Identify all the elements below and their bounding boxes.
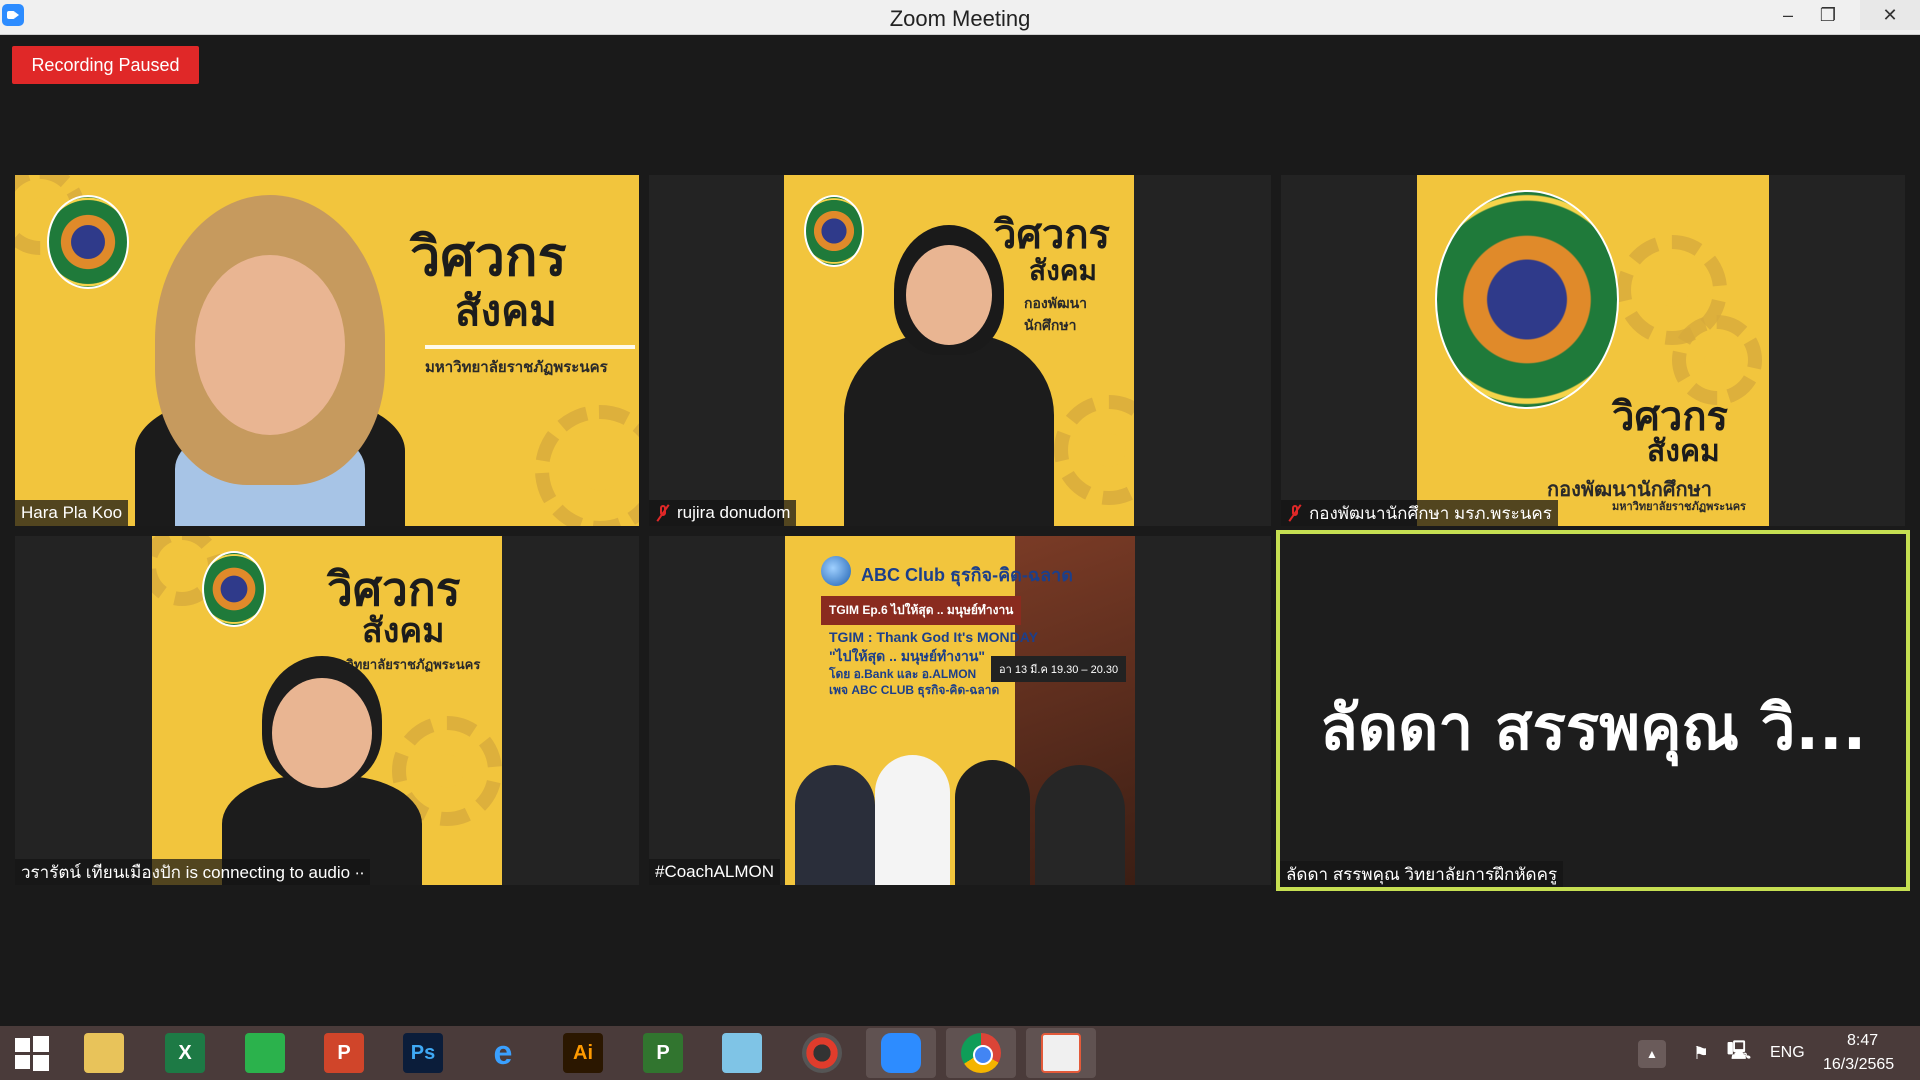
internet-explorer-icon[interactable]: e [483,1033,523,1073]
poster-tag: TGIM Ep.6 ไปให้สุด .. มนุษย์ทำงาน [821,596,1022,625]
participant-video: วิศวกร สังคม กองพัฒนานักศึกษา [784,175,1134,526]
input-language[interactable]: ENG [1770,1044,1805,1062]
participant-name: กองพัฒนานักศึกษา มรภ.พระนคร [1309,503,1552,523]
participant-name-tag: ลัดดา สรรพคุณ วิทยาลัยการฝึกหัดครู [1280,861,1564,887]
participant-person [212,656,432,885]
window-titlebar: Zoom Meeting – ❐ ✕ [0,0,1920,35]
video-tile-6-active-speaker[interactable]: ลัดดา สรรพคุณ วิ... ลัดดา สรรพคุณ วิทยาล… [1276,530,1910,891]
maximize-button[interactable]: ❐ [1806,0,1850,30]
poster-title: ABC Club ธุรกิจ-คิด-ฉลาด [861,565,1073,585]
mic-muted-icon [1287,504,1303,522]
video-tile-4[interactable]: วิศวกร สังคม มหาวิทยาลัยราชภัฏพระนคร วรา… [15,536,639,885]
participant-person [824,225,1074,526]
poster-university: มหาวิทยาลัยราชภัฏพระนคร [1612,500,1746,513]
participant-display-name: ลัดดา สรรพคุณ วิ... [1319,691,1867,764]
poster-subtitle: สังคม [455,286,557,335]
file-explorer-icon[interactable] [84,1033,124,1073]
participant-name-tag: Hara Pla Koo [15,500,129,526]
participant-name-tag: กองพัฒนานักศึกษา มรภ.พระนคร [1281,500,1558,526]
minimize-button[interactable]: – [1766,0,1810,30]
gear-icon [535,405,639,526]
powerpoint-icon[interactable]: P [324,1033,364,1073]
poster-date: อา 13 มี.ค 19.30 – 20.30 [991,656,1127,682]
windows-start-icon[interactable] [12,1033,52,1073]
poster-title: วิศวกร [327,562,461,616]
poster-headline-1: TGIM : Thank God It's MONDAY [829,629,1038,645]
participant-name: #CoachALMON [655,862,775,881]
video-tile-2[interactable]: วิศวกร สังคม กองพัฒนานักศึกษา rujira don… [649,175,1271,526]
participant-name: rujira donudom [677,503,791,522]
publisher-store-icon[interactable] [245,1033,285,1073]
close-button[interactable]: ✕ [1860,0,1920,30]
shared-poster: ABC Club ธุรกิจ-คิด-ฉลาด TGIM Ep.6 ไปให้… [785,536,1135,885]
poster-title: วิศวกร [1612,394,1729,440]
chrome-icon[interactable] [946,1028,1016,1078]
window-title: Zoom Meeting [889,6,1031,31]
participant-person [95,195,415,526]
poster-subtitle: สังคม [362,611,445,651]
participant-name: ลัดดา สรรพคุณ วิทยาลัยการฝึกหัดครู [1286,864,1558,884]
abc-club-logo [821,556,851,586]
clock-time[interactable]: 8:47 [1847,1032,1878,1050]
poster-people [785,745,1135,885]
participant-name-tag: rujira donudom [649,500,797,526]
photoscape-icon[interactable] [802,1033,842,1073]
video-tile-3[interactable]: วิศวกร สังคม กองพัฒนานักศึกษา มหาวิทยาลั… [1281,175,1905,526]
gear-icon [1672,315,1762,405]
video-tile-1[interactable]: วิศวกร สังคม มหาวิทยาลัยราชภัฏพระนคร Har… [15,175,639,526]
poster-university: มหาวิทยาลัยราชภัฏพระนคร [425,358,608,376]
show-hidden-icons-button[interactable]: ▲ [1638,1040,1666,1068]
university-seal [1435,190,1619,409]
paint-icon[interactable] [1026,1028,1096,1078]
poster-title: วิศวกร [410,225,567,288]
participant-video: วิศวกร สังคม กองพัฒนานักศึกษา มหาวิทยาลั… [1417,175,1769,526]
network-icon[interactable]: 🖳 [1726,1040,1752,1066]
project-icon[interactable]: P [643,1033,683,1073]
video-tile-5[interactable]: ABC Club ธุรกิจ-คิด-ฉลาด TGIM Ep.6 ไปให้… [649,536,1271,885]
action-center-flag-icon[interactable]: ⚑ [1688,1040,1714,1066]
participant-name: วรารัตน์ เทียนเมืองปัก is connecting to … [21,862,365,882]
participant-name: Hara Pla Koo [21,503,123,522]
clock-date[interactable]: 16/3/2565 [1823,1056,1894,1074]
poster-subtitle: สังคม [1647,434,1720,469]
zoom-icon[interactable] [866,1028,936,1078]
notepad-icon[interactable] [722,1033,762,1073]
participant-name-tag: วรารัตน์ เทียนเมืองปัก is connecting to … [15,859,371,885]
photoshop-icon[interactable]: Ps [403,1033,443,1073]
poster-headline-4: เพจ ABC CLUB ธุรกิจ-คิด-ฉลาด [829,682,1000,697]
participant-video: วิศวกร สังคม มหาวิทยาลัยราชภัฏพระนคร [15,175,639,526]
recording-paused-badge[interactable]: Recording Paused [12,46,199,84]
excel-icon[interactable]: X [165,1033,205,1073]
illustrator-icon[interactable]: Ai [563,1033,603,1073]
poster-divider [425,345,635,349]
participant-video: วิศวกร สังคม มหาวิทยาลัยราชภัฏพระนคร [152,536,502,885]
university-seal [202,551,266,627]
mic-muted-icon [655,504,671,522]
participant-name-tag: #CoachALMON [649,859,781,885]
windows-taskbar: X P Ps e Ai P ▲ ⚑ 🖳 ENG 8:47 16/3/2565 [0,1026,1920,1080]
